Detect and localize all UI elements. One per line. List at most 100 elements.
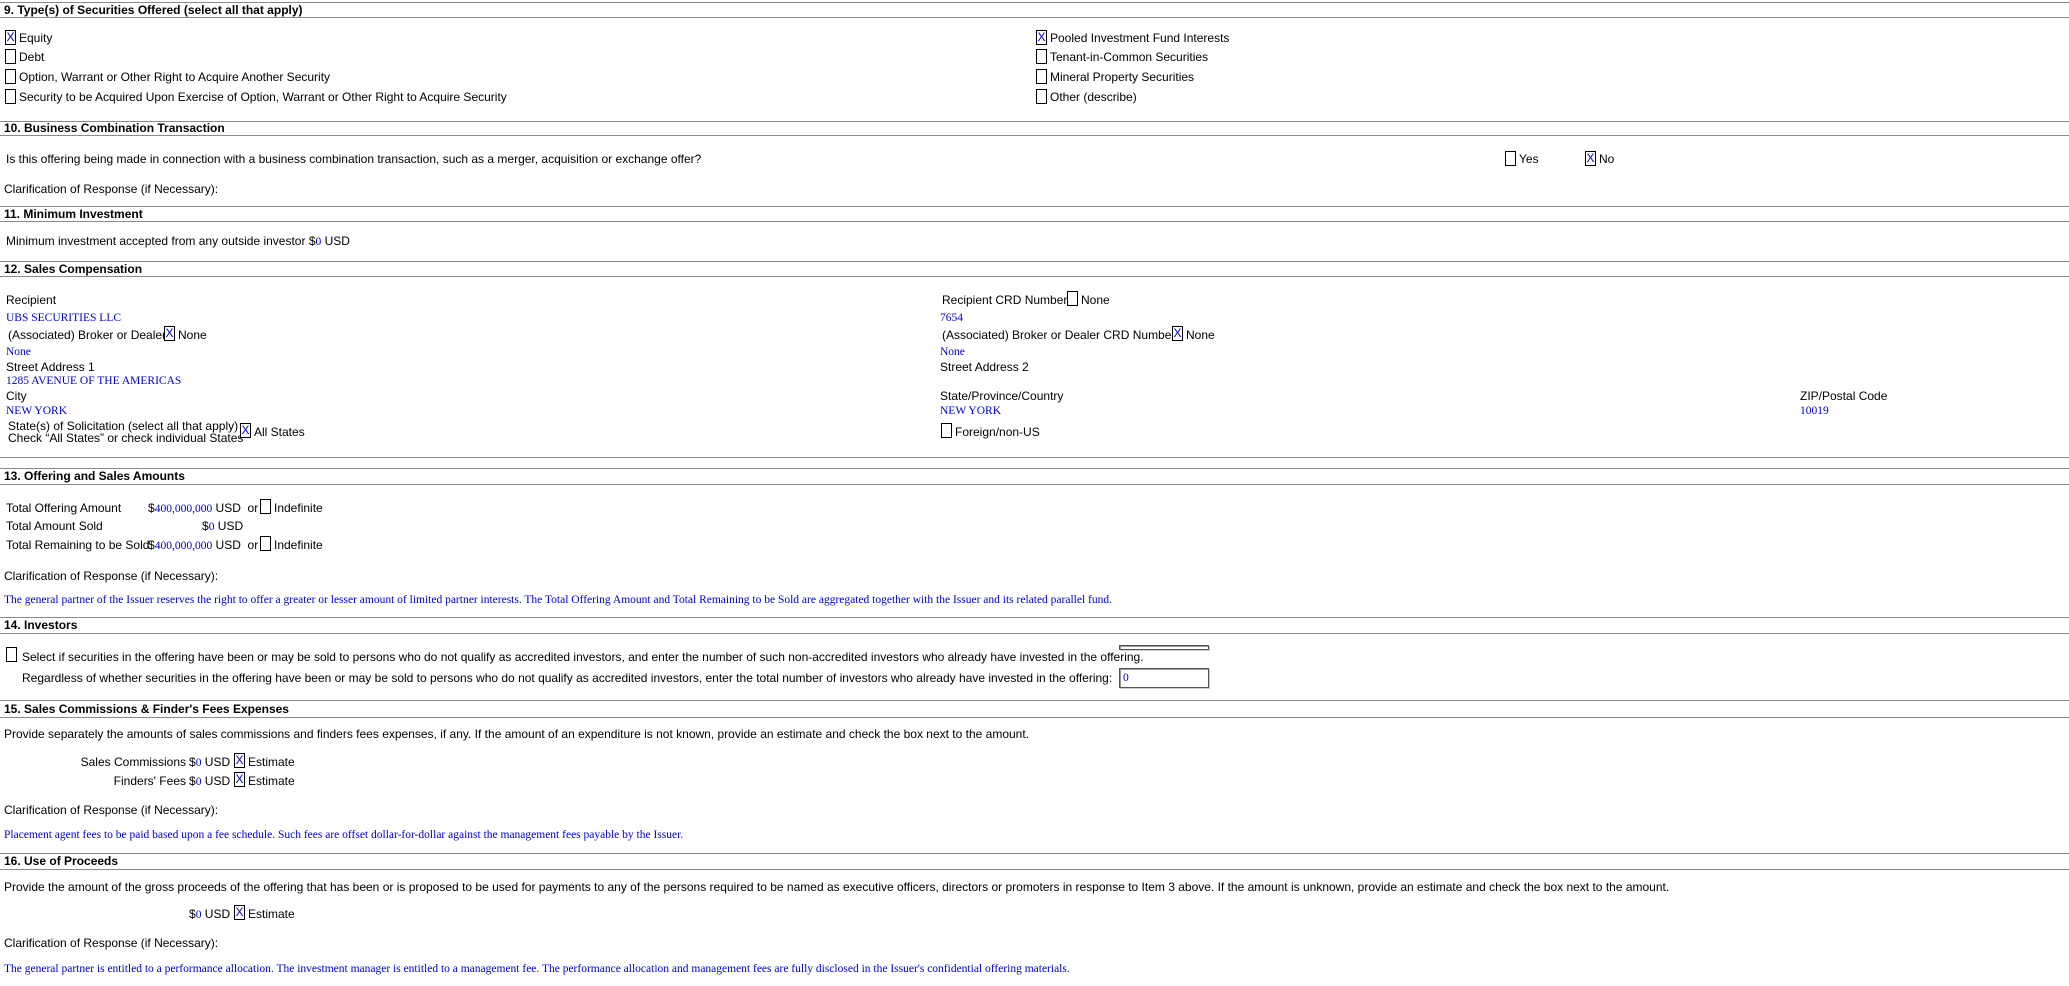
- clarification-label: Clarification of Response (if Necessary)…: [4, 569, 219, 583]
- total-offering-indefinite-checkbox[interactable]: [260, 499, 271, 514]
- currency-unit: USD: [215, 501, 241, 515]
- broker-dealer-label: (Associated) Broker or Dealer: [8, 328, 167, 342]
- street-address-1-value: 1285 AVENUE OF THE AMERICAS: [6, 375, 182, 387]
- section-divider: [0, 633, 2069, 634]
- recipient-crd-none-label: None: [1081, 293, 1110, 307]
- finders-fees-value: 0: [195, 776, 202, 788]
- finders-fees-label: Finders' Fees: [113, 774, 186, 788]
- currency-symbol: $: [308, 234, 316, 248]
- street-address-1-label: Street Address 1: [6, 360, 95, 374]
- section-divider: [0, 617, 2069, 618]
- no-label: No: [1599, 152, 1615, 166]
- section-divider: [0, 276, 2069, 277]
- minimum-investment-row: Minimum investment accepted from any out…: [6, 234, 350, 249]
- finders-fees-estimate-checkbox[interactable]: X: [234, 772, 245, 787]
- no-checkbox[interactable]: X: [1585, 151, 1596, 166]
- section-divider: [0, 457, 2069, 458]
- section-9-heading: 9. Type(s) of Securities Offered (select…: [4, 3, 303, 17]
- option-warrant-checkbox[interactable]: [5, 69, 16, 84]
- currency-unit: USD: [215, 538, 241, 552]
- section-divider: [0, 206, 2069, 207]
- debt-label: Debt: [19, 50, 45, 64]
- section-12-heading: 12. Sales Compensation: [4, 262, 143, 276]
- sales-commissions-value: 0: [195, 757, 202, 769]
- all-states-label: All States: [254, 425, 305, 439]
- state-province-country-value: NEW YORK: [940, 405, 1002, 417]
- broker-dealer-none-label: None: [178, 328, 207, 342]
- recipient-value: UBS SECURITIES LLC: [6, 312, 122, 324]
- currency-unit: USD: [324, 234, 350, 248]
- tenant-in-common-label: Tenant-in-Common Securities: [1050, 50, 1209, 64]
- pooled-fund-label: Pooled Investment Fund Interests: [1050, 31, 1230, 45]
- currency-unit: USD: [204, 755, 231, 769]
- zip-postal-code-value: 10019: [1800, 405, 1829, 417]
- currency-symbol: $: [148, 501, 155, 515]
- sales-commissions-estimate-checkbox[interactable]: X: [234, 753, 245, 768]
- use-of-proceeds-row: $0 USD: [189, 907, 230, 922]
- currency-symbol: $: [189, 774, 196, 788]
- foreign-non-us-checkbox[interactable]: [941, 423, 952, 438]
- proceeds-clarification-text: The general partner is entitled to a per…: [4, 963, 1070, 975]
- other-describe-checkbox[interactable]: [1036, 89, 1047, 104]
- clarification-label: Clarification of Response (if Necessary)…: [4, 936, 219, 950]
- finders-fees-estimate-label: Estimate: [248, 774, 295, 788]
- total-remaining-indefinite-label: Indefinite: [274, 538, 323, 552]
- security-upon-exercise-checkbox[interactable]: [5, 89, 16, 104]
- recipient-crd-none-checkbox[interactable]: [1067, 291, 1078, 306]
- pooled-fund-checkbox[interactable]: X: [1036, 30, 1047, 45]
- total-investors-input[interactable]: 0: [1119, 668, 1209, 688]
- section-divider: [0, 2, 2069, 3]
- clarification-label: Clarification of Response (if Necessary)…: [4, 182, 219, 196]
- total-offering-amount-label: Total Offering Amount: [6, 501, 122, 515]
- section-14-heading: 14. Investors: [4, 618, 78, 632]
- broker-dealer-crd-label: (Associated) Broker or Dealer CRD Number: [942, 328, 1176, 342]
- section-divider: [0, 121, 2069, 122]
- broker-dealer-crd-none-checkbox[interactable]: X: [1172, 326, 1183, 341]
- other-describe-label: Other (describe): [1050, 90, 1137, 104]
- business-combination-question: Is this offering being made in connectio…: [6, 152, 702, 166]
- total-offering-amount-row: $400,000,000 USD or: [148, 501, 258, 516]
- finders-fees-row: $0 USD: [189, 774, 230, 789]
- commissions-clarification-text: Placement agent fees to be paid based up…: [4, 829, 684, 841]
- foreign-non-us-label: Foreign/non-US: [955, 425, 1040, 439]
- section-divider: [0, 484, 2069, 485]
- use-of-proceeds-intro: Provide the amount of the gross proceeds…: [4, 880, 1670, 894]
- equity-checkbox[interactable]: X: [5, 30, 16, 45]
- tenant-in-common-checkbox[interactable]: [1036, 49, 1047, 64]
- use-of-proceeds-estimate-checkbox[interactable]: X: [234, 905, 245, 920]
- currency-symbol: $: [189, 755, 196, 769]
- debt-checkbox[interactable]: [5, 49, 16, 64]
- total-offering-indefinite-label: Indefinite: [274, 501, 323, 515]
- non-accredited-checkbox[interactable]: [6, 647, 17, 662]
- section-divider: [0, 853, 2069, 854]
- solicitation-line-2: Check “All States” or check individual S…: [8, 431, 244, 445]
- sales-commissions-estimate-label: Estimate: [248, 755, 295, 769]
- total-remaining-indefinite-checkbox[interactable]: [260, 536, 271, 551]
- section-16-heading: 16. Use of Proceeds: [4, 854, 119, 868]
- section-divider: [0, 135, 2069, 136]
- currency-unit: USD: [204, 907, 231, 921]
- section-divider: [0, 717, 2069, 718]
- use-of-proceeds-value: 0: [195, 909, 202, 921]
- all-states-checkbox[interactable]: X: [240, 423, 251, 438]
- or-label: or: [247, 501, 259, 515]
- city-value: NEW YORK: [6, 405, 68, 417]
- sales-commissions-label: Sales Commissions: [80, 755, 186, 769]
- state-province-country-label: State/Province/Country: [940, 389, 1064, 403]
- total-remaining-label: Total Remaining to be Sold: [6, 538, 150, 552]
- yes-label: Yes: [1519, 152, 1539, 166]
- section-10-heading: 10. Business Combination Transaction: [4, 121, 225, 135]
- street-address-2-label: Street Address 2: [940, 360, 1029, 374]
- security-upon-exercise-label: Security to be Acquired Upon Exercise of…: [19, 90, 507, 104]
- states-of-solicitation-label: State(s) of Solicitation (select all tha…: [8, 420, 243, 444]
- total-offering-amount-value: 400,000,000: [154, 503, 213, 515]
- yes-checkbox[interactable]: [1505, 151, 1516, 166]
- total-amount-sold-label: Total Amount Sold: [6, 519, 103, 533]
- section-15-heading: 15. Sales Commissions & Finder's Fees Ex…: [4, 702, 289, 716]
- mineral-property-checkbox[interactable]: [1036, 69, 1047, 84]
- currency-symbol: $: [202, 519, 209, 533]
- broker-dealer-none-checkbox[interactable]: X: [164, 326, 175, 341]
- sales-commissions-row: $0 USD: [189, 755, 230, 770]
- non-accredited-count-input[interactable]: [1119, 645, 1209, 650]
- use-of-proceeds-estimate-label: Estimate: [248, 907, 295, 921]
